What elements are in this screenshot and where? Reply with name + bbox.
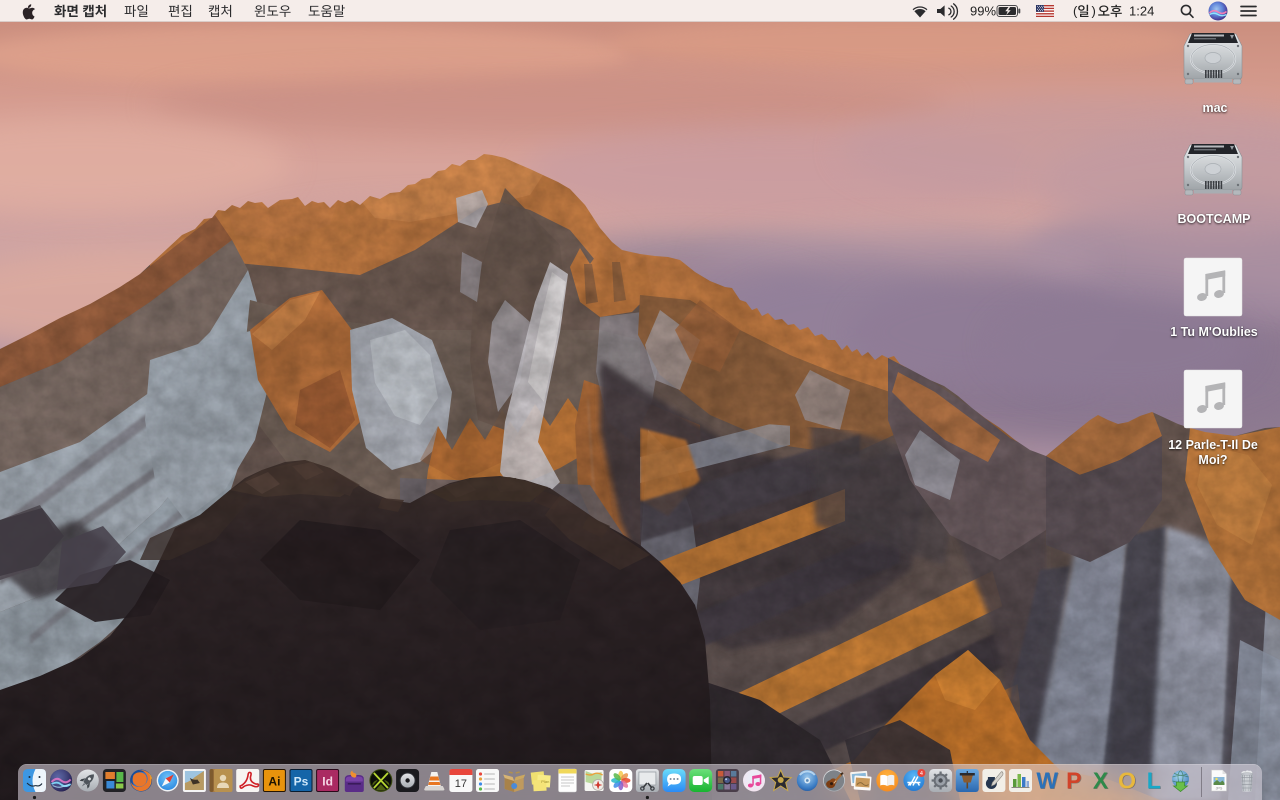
svg-text:(: (	[1073, 4, 1078, 19]
svg-text:99%: 99%	[970, 4, 996, 19]
svg-text:Plan: Plan	[541, 779, 549, 784]
svg-text:O: O	[1118, 767, 1136, 793]
svg-text:Ps: Ps	[294, 775, 309, 789]
svg-text:L: L	[1147, 767, 1161, 793]
svg-text:X: X	[1093, 767, 1109, 793]
svg-text:W: W	[1036, 767, 1058, 793]
svg-text:Id: Id	[322, 775, 333, 789]
svg-text:): )	[1092, 4, 1096, 19]
svg-text:4: 4	[920, 771, 923, 777]
svg-text:1:24: 1:24	[1129, 4, 1154, 19]
svg-text:17: 17	[455, 778, 467, 790]
svg-text:JPG: JPG	[1216, 787, 1223, 791]
svg-text:Ai: Ai	[268, 775, 280, 789]
svg-text:P: P	[1066, 767, 1081, 793]
